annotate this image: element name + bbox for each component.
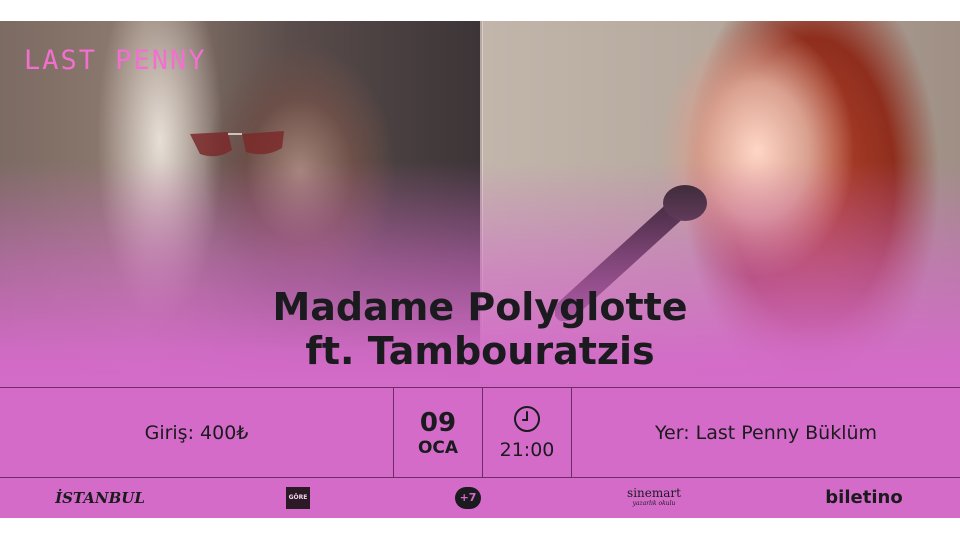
event-title: Madame Polyglotte ft. Tambouratzis [0,285,960,373]
sponsor-logos: İSTANBUL GÖRE +7 sinemart yazarlık okulu… [0,477,960,518]
sunglasses-graphic [190,131,284,157]
brand-logo-text: LAST PENNY [24,45,207,76]
event-title-line1: Madame Polyglotte [272,285,688,329]
biletino-logo: biletino [825,487,903,508]
clock-icon [514,405,540,432]
time-value: 21:00 [499,438,555,461]
venue-label: Yer: Last Penny Büklüm [654,421,878,444]
event-poster: LAST PENNY Madame Polyglotte ft. Tambour… [0,21,960,518]
sinemart-logo: sinemart yazarlık okulu [627,486,681,508]
istanbul-logo: İSTANBUL [55,488,145,507]
event-date: 09 OCA [394,388,482,477]
event-title-line2: ft. Tambouratzis [305,329,655,373]
gore-logo: GÖRE [283,477,313,518]
event-info-bar: Giriş: 400₺ 09 OCA 21:00 Yer: Last Penny… [0,387,960,478]
event-time: 21:00 [483,388,571,477]
date-month: OCA [417,437,459,458]
price-label: Giriş: 400₺ [144,421,249,444]
plus7-logo: +7 [448,477,488,518]
date-day: 09 [419,407,457,438]
